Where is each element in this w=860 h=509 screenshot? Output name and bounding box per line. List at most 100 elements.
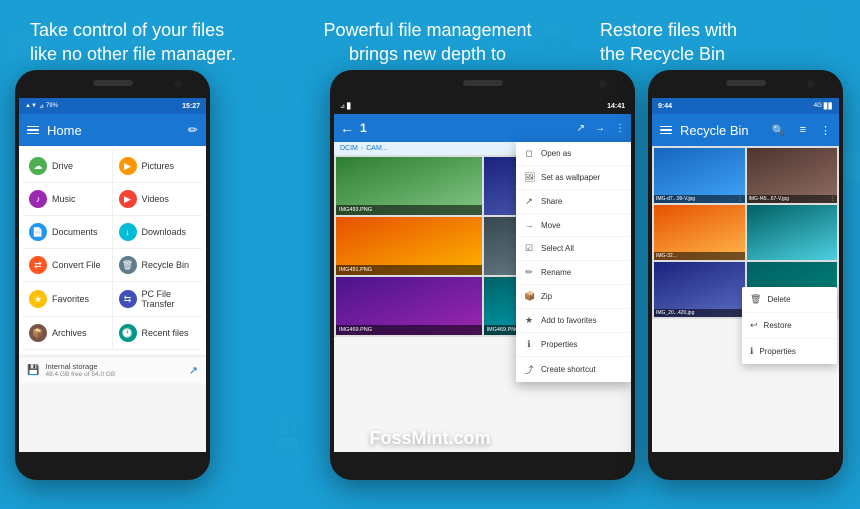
recycle-thumb-5[interactable]: IMG_20...420.jpg — [654, 262, 745, 317]
context-zip[interactable]: 📦 Zip — [516, 285, 631, 309]
documents-label: Documents — [52, 227, 98, 237]
delete-icon: 🗑 — [750, 294, 761, 305]
pc-icon: ⇆ — [119, 290, 137, 308]
convert-icon: ⇄ — [29, 256, 47, 274]
grid-item-recycle[interactable]: 🗑 Recycle Bin — [113, 249, 203, 282]
pc-label: PC File Transfer — [142, 289, 197, 309]
dropdown-restore[interactable]: ↩ Restore — [742, 313, 837, 339]
context-open-as-label: Open as — [541, 149, 571, 158]
recycle-label-1: IMG-d7...99-V.jpg⋮ — [654, 195, 745, 203]
shortcut-icon: ⤴ — [524, 363, 534, 376]
storage-device-icon: 💾 — [27, 365, 39, 376]
grid-item-downloads[interactable]: ↓ Downloads — [113, 216, 203, 249]
context-shortcut[interactable]: ⤴ Create shortcut — [516, 357, 631, 382]
recycle-thumb-1[interactable]: IMG-d7...99-V.jpg⋮ — [654, 148, 745, 203]
more-icon[interactable]: ⋮ — [820, 124, 831, 137]
dropdown-delete[interactable]: 🗑 Delete — [742, 287, 837, 313]
move-action-icon[interactable]: → — [595, 123, 605, 134]
file-name-5: IMG469.PNG — [336, 325, 482, 335]
phone-1-screen: ▲▼ ⊿ 79% 15:27 Home ✏ ☁ Drive ▶ Pictures — [19, 98, 206, 452]
context-properties[interactable]: ℹ Properties — [516, 333, 631, 357]
move-ctx-icon: → — [524, 220, 534, 230]
grid-item-archives[interactable]: 📦 Archives — [23, 317, 113, 350]
section-header-right: Restore files with the Recycle Bin — [600, 18, 840, 67]
grid-item-documents[interactable]: 📄 Documents — [23, 216, 113, 249]
phone-3: 9:44 4G ▊▊ Recycle Bin 🔍 ≡ ⋮ IMG-d7...99… — [648, 70, 843, 480]
recycle-label-5: IMG_20...420.jpg — [654, 309, 745, 317]
videos-icon: ▶ — [119, 190, 137, 208]
recycle-thumb-4[interactable] — [747, 205, 838, 260]
breadcrumb-root: DCIM — [340, 145, 358, 152]
recycle-thumb-2[interactable]: IMG-f45...67-V.jpg⋮ — [747, 148, 838, 203]
properties-drop-icon: ℹ — [750, 346, 753, 357]
context-select-all[interactable]: ☑ Select All — [516, 237, 631, 261]
context-wallpaper[interactable]: 🖼 Set as wallpaper — [516, 166, 631, 190]
recycle-label: Recycle Bin — [142, 260, 190, 270]
grid-item-drive[interactable]: ☁ Drive — [23, 150, 113, 183]
phone-2-battery-icon: ▊ — [347, 103, 352, 110]
context-move[interactable]: → Move — [516, 214, 631, 237]
file-thumb-3[interactable]: IMG491.PNG — [336, 217, 482, 275]
share-icon[interactable]: ↗ — [189, 364, 198, 377]
grid-item-videos[interactable]: ▶ Videos — [113, 183, 203, 216]
context-rename-label: Rename — [541, 268, 571, 277]
context-wallpaper-label: Set as wallpaper — [541, 173, 600, 182]
recycle-thumb-3[interactable]: IMG-32... — [654, 205, 745, 260]
phone-1-signal-icon: ▲▼ — [25, 103, 37, 109]
grid-item-music[interactable]: ♪ Music — [23, 183, 113, 216]
back-icon[interactable]: ← — [340, 120, 354, 136]
videos-label: Videos — [142, 194, 169, 204]
recycle-icon: 🗑 — [119, 256, 137, 274]
phone-2: ⊿ ▊ 14:41 ← 1 ↗ → ⋮ DCIM › CAM... IMG493… — [330, 70, 635, 480]
downloads-label: Downloads — [142, 227, 187, 237]
more-action-icon[interactable]: ⋮ — [615, 123, 625, 134]
phone-2-screen: ⊿ ▊ 14:41 ← 1 ↗ → ⋮ DCIM › CAM... IMG493… — [334, 98, 631, 452]
context-open-as[interactable]: ◻ Open as — [516, 142, 631, 166]
phone-3-title: Recycle Bin — [680, 123, 764, 138]
rename-icon: ✏ — [524, 267, 534, 278]
context-favorites-label: Add to favorites — [541, 316, 597, 325]
share-action-icon[interactable]: ↗ — [577, 123, 585, 134]
grid-item-pictures[interactable]: ▶ Pictures — [113, 150, 203, 183]
recycle-label-3: IMG-32... — [654, 252, 745, 260]
context-favorites[interactable]: ★ Add to favorites — [516, 309, 631, 333]
zip-icon: 📦 — [524, 291, 534, 302]
sort-icon[interactable]: ≡ — [800, 124, 806, 136]
storage-detail: 48.4 GB free of 54.0 GB — [45, 371, 115, 378]
phone-1-title: Home — [47, 123, 180, 138]
dropdown-menu: 🗑 Delete ↩ Restore ℹ Properties — [742, 287, 837, 364]
search-icon[interactable]: 🔍 — [772, 124, 786, 137]
phone-2-time: 14:41 — [607, 103, 625, 110]
dropdown-properties[interactable]: ℹ Properties — [742, 339, 837, 364]
phone-3-hamburger[interactable] — [660, 126, 672, 135]
grid-item-pc[interactable]: ⇆ PC File Transfer — [113, 282, 203, 317]
context-share[interactable]: ↗ Share — [516, 190, 631, 214]
archives-icon: 📦 — [29, 324, 47, 342]
phone-1-app-bar: Home ✏ — [19, 114, 206, 146]
file-thumb-5[interactable]: IMG469.PNG — [336, 277, 482, 335]
hamburger-icon[interactable] — [27, 126, 39, 135]
phone-2-wifi-icon: ⊿ — [340, 103, 345, 110]
convert-label: Convert File — [52, 260, 101, 270]
context-share-label: Share — [541, 197, 562, 206]
grid-item-favorites[interactable]: ★ Favorites — [23, 282, 113, 317]
pictures-label: Pictures — [142, 161, 175, 171]
grid-item-convert[interactable]: ⇄ Convert File — [23, 249, 113, 282]
phone-3-time: 9:44 — [658, 103, 672, 110]
open-as-icon: ◻ — [524, 148, 534, 159]
grid-item-recent[interactable]: 🕐 Recent files — [113, 317, 203, 350]
pictures-icon: ▶ — [119, 157, 137, 175]
section-header-left: Take control of your files like no other… — [20, 18, 240, 67]
music-icon: ♪ — [29, 190, 47, 208]
file-name-3: IMG491.PNG — [336, 265, 482, 275]
recent-icon: 🕐 — [119, 324, 137, 342]
edit-icon[interactable]: ✏ — [188, 123, 198, 137]
delete-label: Delete — [767, 295, 790, 304]
file-thumb-1[interactable]: IMG493.PNG — [336, 157, 482, 215]
drive-icon: ☁ — [29, 157, 47, 175]
phone-1-battery-icon: 79% — [46, 103, 58, 109]
wallpaper-icon: 🖼 — [524, 172, 534, 183]
context-rename[interactable]: ✏ Rename — [516, 261, 631, 285]
recycle-bg-4 — [747, 205, 838, 260]
file-name-1: IMG493.PNG — [336, 205, 482, 215]
